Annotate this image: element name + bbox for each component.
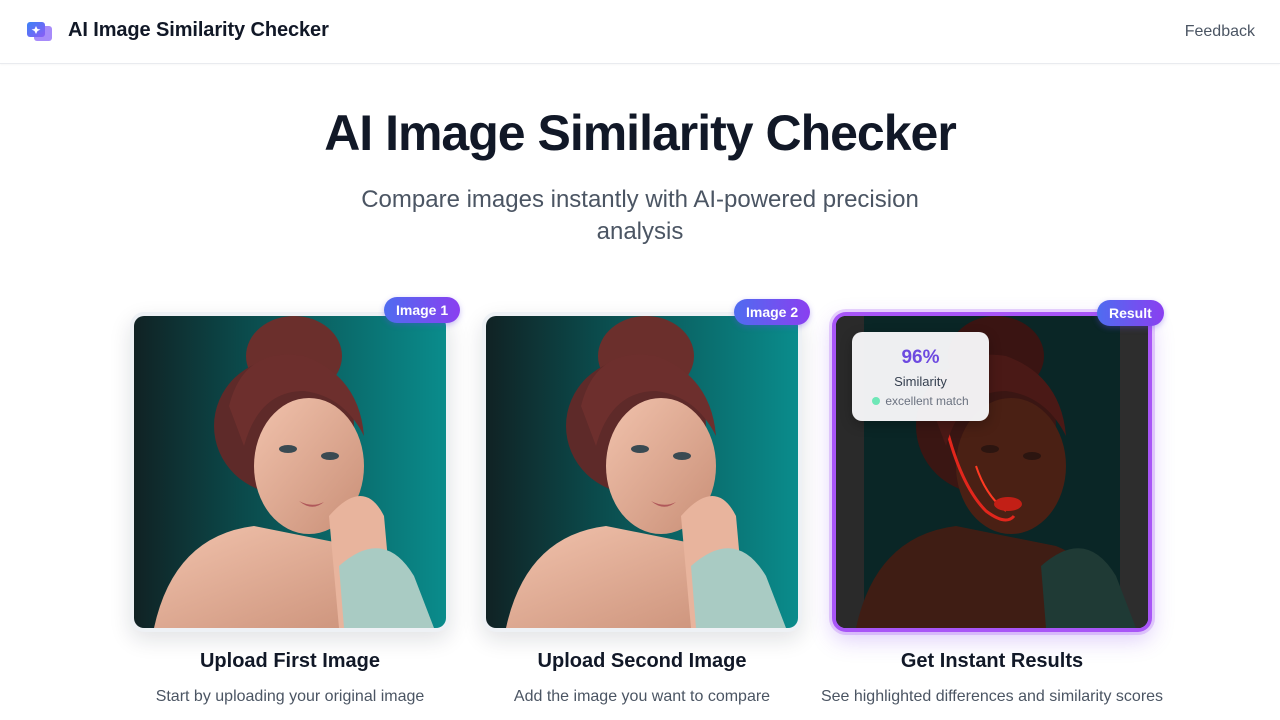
- feedback-link[interactable]: Feedback: [1185, 23, 1255, 41]
- similarity-percentage: 96%: [901, 347, 940, 368]
- step-description: Start by uploading your original image: [155, 688, 425, 705]
- step-description: See highlighted differences and similari…: [820, 688, 1164, 705]
- difference-map-preview: 96% Similarity excellent match: [836, 316, 1148, 628]
- match-status-text: excellent match: [885, 394, 969, 408]
- result-frame: 96% Similarity excellent match: [832, 312, 1152, 632]
- first-image-preview: [134, 316, 446, 628]
- step-title: Upload Second Image: [537, 650, 747, 672]
- top-navigation-bar: AI Image Similarity Checker Feedback: [0, 0, 1280, 64]
- page-subtitle: Compare images instantly with AI-powered…: [361, 186, 919, 245]
- image-frame: [482, 312, 802, 632]
- similarity-label: Similarity: [894, 374, 947, 389]
- step-title: Upload First Image: [199, 650, 381, 672]
- step-title: Get Instant Results: [900, 650, 1084, 672]
- image-frame: [130, 312, 450, 632]
- second-image-preview: [486, 316, 798, 628]
- status-dot-icon: [872, 397, 881, 405]
- app-logo-icon: [26, 20, 54, 44]
- page-title: AI Image Similarity Checker: [324, 105, 957, 161]
- app-name[interactable]: AI Image Similarity Checker: [68, 19, 329, 42]
- similarity-score-card: 96% Similarity excellent match: [852, 332, 989, 421]
- result-badge: Result: [1097, 300, 1164, 326]
- match-status: excellent match: [852, 394, 989, 408]
- step-description: Add the image you want to compare: [513, 688, 771, 705]
- image-1-badge: Image 1: [384, 297, 461, 323]
- image-2-badge: Image 2: [734, 299, 811, 325]
